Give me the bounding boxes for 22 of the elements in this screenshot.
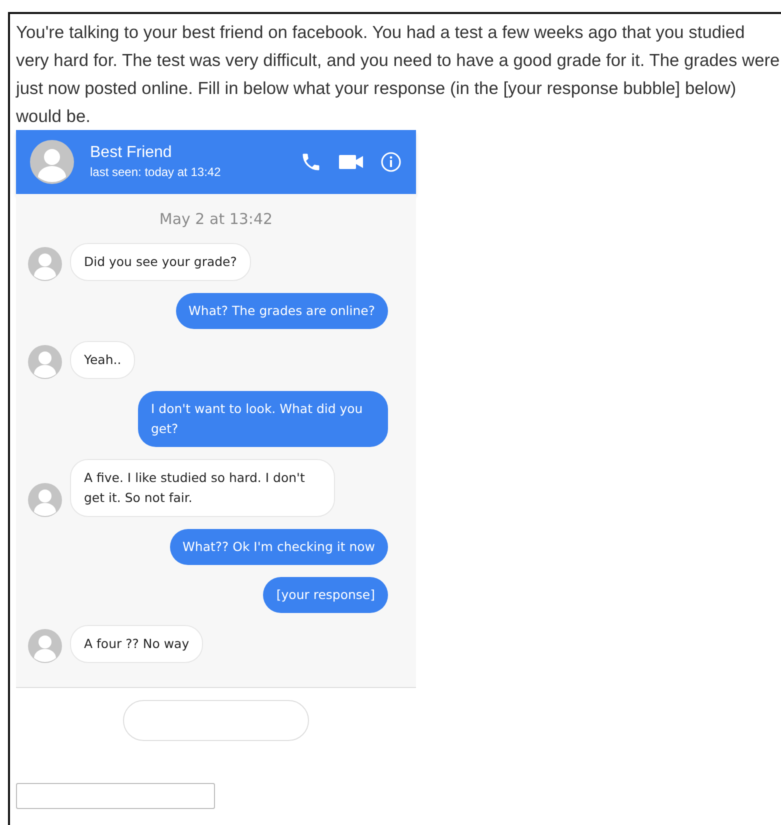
date-label: May 2 at 13:42 — [159, 209, 273, 230]
sent-message: I don't want to look. What did you get? — [138, 390, 388, 446]
avatar-icon — [28, 628, 62, 662]
last-seen-text: last seen: today at 13:42 — [90, 164, 222, 181]
instruction-text: You're talking to your best friend on facebook. You had a test a few weeks ago that you studied very hard for. The test was very difficult, and you need to have a good grade for it. The grades were just now posted online. Fill in below what your response (in the [your response bubble] below) would be. — [16, 21, 781, 128]
message-input[interactable] — [123, 700, 309, 740]
received-message: Did you see your grade? — [70, 242, 251, 280]
avatar-icon — [28, 246, 62, 280]
phone-icon[interactable] — [300, 151, 322, 173]
info-icon[interactable] — [380, 151, 402, 173]
avatar-icon — [28, 482, 62, 516]
avatar-icon — [30, 140, 74, 184]
received-message: A four ?? No way — [70, 624, 204, 662]
sent-message: What?? Ok I'm checking it now — [170, 528, 388, 564]
received-message: Yeah.. — [70, 340, 136, 378]
contact-name: Best Friend — [90, 143, 173, 163]
sent-message: What? The grades are online? — [176, 292, 388, 328]
avatar-icon — [28, 344, 62, 378]
sent-message: [your response] — [263, 576, 388, 612]
answer-field[interactable] — [16, 782, 215, 808]
received-message: A five. I like studied so hard. I don't get it. So not fair. — [70, 458, 335, 516]
video-camera-icon[interactable] — [338, 152, 364, 172]
